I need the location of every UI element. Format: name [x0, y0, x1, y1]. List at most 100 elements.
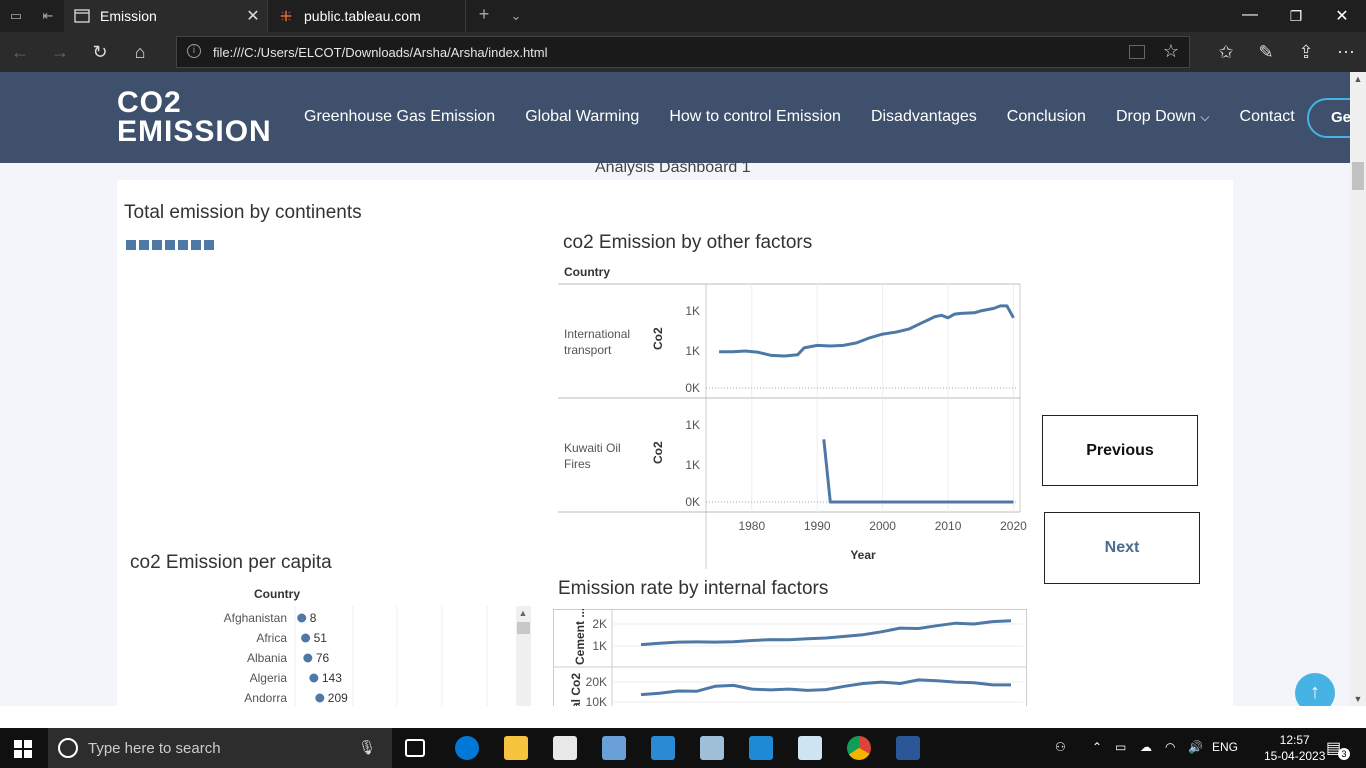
- nav-dropdown[interactable]: Drop Down ⌵: [1116, 108, 1210, 126]
- store-icon[interactable]: [553, 736, 577, 760]
- close-window-icon[interactable]: ✕: [1332, 6, 1352, 26]
- clock[interactable]: 12:57 15-04-2023: [1264, 732, 1325, 764]
- tab-tableau[interactable]: public.tableau.com: [268, 0, 466, 32]
- page-content: Analysis Dashboard 1 Total emission by c…: [0, 163, 1350, 706]
- scroll-up-icon[interactable]: ▲: [1350, 74, 1366, 84]
- windows-start-icon[interactable]: [14, 740, 32, 758]
- url-field[interactable]: i file:///C:/Users/ELCOT/Downloads/Arsha…: [176, 36, 1190, 68]
- back-icon[interactable]: ←: [10, 42, 30, 62]
- chevron-down-icon: ⌵: [1200, 110, 1210, 124]
- snowflake-app-icon[interactable]: [798, 736, 822, 760]
- previous-button[interactable]: Previous: [1042, 415, 1198, 486]
- volume-icon[interactable]: 🔊: [1188, 740, 1203, 754]
- data-point: [297, 613, 307, 623]
- series-line: [822, 439, 1014, 504]
- info-icon[interactable]: i: [187, 44, 201, 58]
- favorites-icon[interactable]: ✩: [1216, 42, 1236, 62]
- scroll-up-arrow: ▲: [519, 608, 528, 618]
- set-aside-tabs-icon[interactable]: ⇤: [40, 8, 56, 24]
- nav-control-emission[interactable]: How to control Emission: [669, 108, 841, 126]
- new-tab-icon[interactable]: +: [476, 5, 492, 23]
- nav-greenhouse[interactable]: Greenhouse Gas Emission: [304, 108, 495, 126]
- tab-actions-icon[interactable]: ▭: [8, 8, 24, 24]
- windows-taskbar: Type here to search 🎙 ⚇ ⌃ ▭ ☁ ◠ 🔊 ENG 12…: [0, 728, 1366, 768]
- y-tick-label: 0K: [685, 495, 700, 509]
- data-label: 143: [322, 671, 342, 685]
- language-label[interactable]: ENG: [1212, 740, 1238, 754]
- series-label: Fires: [564, 457, 591, 471]
- main-nav: Greenhouse Gas Emission Global Warming H…: [304, 108, 1325, 126]
- mail-icon[interactable]: [651, 736, 675, 760]
- battery-icon[interactable]: ▭: [1115, 740, 1126, 754]
- page-scrollbar[interactable]: ▲ ▼: [1350, 72, 1366, 706]
- taskbar-search[interactable]: Type here to search 🎙: [48, 728, 392, 768]
- next-button[interactable]: Next: [1044, 512, 1200, 584]
- task-view-icon[interactable]: [405, 739, 425, 757]
- y-tick-label: 2K: [592, 617, 607, 631]
- y-tick-label: 1K: [685, 344, 700, 358]
- vscode-icon[interactable]: [749, 736, 773, 760]
- data-label: 76: [316, 651, 330, 665]
- reading-view-icon[interactable]: [1129, 45, 1145, 59]
- restore-icon[interactable]: ❐: [1286, 8, 1306, 25]
- panel-title-percapita: co2 Emission per capita: [130, 552, 332, 573]
- nav-dropdown-label: Drop Down: [1115, 108, 1196, 125]
- scroll-down-icon[interactable]: ▼: [1350, 694, 1366, 704]
- home-icon[interactable]: ⌂: [130, 42, 150, 62]
- percapita-chart[interactable]: Country ▲ Afghanistan 8 Africa 51 Albania 76 Alg…: [187, 584, 537, 706]
- notification-count: 3: [1338, 748, 1350, 760]
- row-header: Country: [254, 587, 300, 601]
- nav-conclusion[interactable]: Conclusion: [1007, 108, 1086, 126]
- share-icon[interactable]: ⇪: [1296, 42, 1316, 62]
- y-tick-label: 1K: [685, 304, 700, 318]
- y-axis-label: Cement ...: [573, 609, 587, 665]
- microphone-icon[interactable]: 🎙: [358, 739, 376, 756]
- clock-date: 15-04-2023: [1264, 749, 1326, 763]
- notes-icon[interactable]: [700, 736, 724, 760]
- internal-chart[interactable]: 2K 1K Cement ... 20K 10Kal Co2: [553, 609, 1031, 706]
- continent-legend: [126, 240, 214, 250]
- refresh-icon[interactable]: ↻: [90, 42, 110, 62]
- favorite-star-icon[interactable]: ☆: [1163, 41, 1179, 62]
- data-point: [309, 673, 319, 683]
- edge-icon[interactable]: [455, 736, 479, 760]
- legend-swatch: [204, 240, 214, 250]
- chrome-icon[interactable]: [847, 736, 871, 760]
- factors-chart[interactable]: Country 1K 1K 0K International transport Co2 1…: [558, 264, 1028, 569]
- more-icon[interactable]: ⋯: [1336, 42, 1356, 62]
- people-icon[interactable]: ⚇: [1055, 740, 1066, 754]
- close-tab-icon[interactable]: ✕: [239, 6, 267, 26]
- word-icon[interactable]: [896, 736, 920, 760]
- y-tick-label: 20K: [586, 675, 607, 689]
- nav-global-warming[interactable]: Global Warming: [525, 108, 639, 126]
- y-tick-label: 1K: [592, 639, 607, 653]
- wifi-icon[interactable]: ◠: [1165, 740, 1175, 754]
- address-bar-row: ← → ↻ ⌂ i file:///C:/Users/ELCOT/Downloa…: [0, 32, 1366, 72]
- nav-disadvantages[interactable]: Disadvantages: [871, 108, 977, 126]
- data-point: [315, 693, 325, 703]
- nav-contact[interactable]: Contact: [1240, 108, 1295, 126]
- tab-preview-icon[interactable]: ⌄: [508, 8, 524, 24]
- y-axis-label: Co2: [651, 327, 665, 350]
- category-label: Africa: [256, 631, 287, 645]
- panel-title-internal: Emission rate by internal factors: [558, 578, 829, 599]
- series-label: International: [564, 327, 630, 341]
- pc-icon[interactable]: [602, 736, 626, 760]
- forward-icon[interactable]: →: [50, 42, 70, 62]
- pen-icon[interactable]: ✎: [1256, 42, 1276, 62]
- data-label: 51: [314, 631, 328, 645]
- x-tick-label: 2020: [1000, 519, 1027, 533]
- tab-emission[interactable]: Emission ✕: [64, 0, 268, 32]
- tray-chevron-icon[interactable]: ⌃: [1092, 740, 1102, 754]
- url-text[interactable]: file:///C:/Users/ELCOT/Downloads/Arsha/A…: [213, 45, 548, 60]
- tab-title: Emission: [100, 8, 157, 24]
- file-explorer-icon[interactable]: [504, 736, 528, 760]
- scrollbar-thumb[interactable]: [1352, 162, 1364, 190]
- row-header: Country: [564, 265, 610, 279]
- legend-swatch: [139, 240, 149, 250]
- network-icon[interactable]: ☁: [1140, 740, 1152, 754]
- site-logo[interactable]: CO2 EMISSION: [117, 88, 272, 147]
- data-label: 209: [328, 691, 348, 705]
- minimize-icon[interactable]: —: [1240, 6, 1260, 24]
- y-tick-label: 1K: [685, 418, 700, 432]
